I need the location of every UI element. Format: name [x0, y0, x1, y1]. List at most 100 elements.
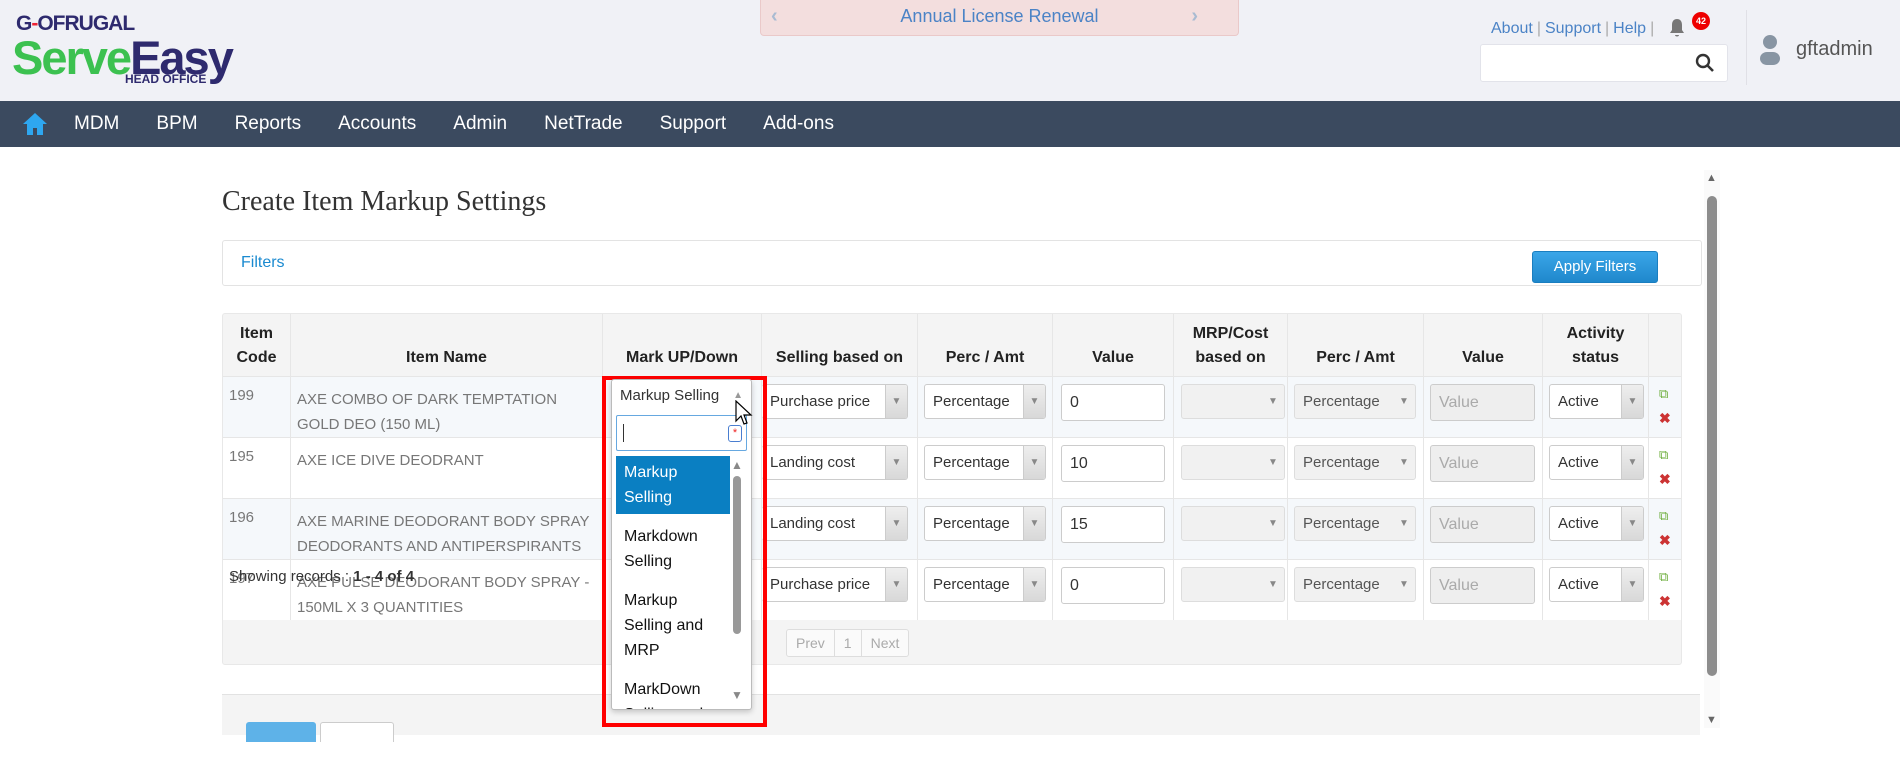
perc-amt-2-select[interactable]: Percentage ▼ — [1294, 567, 1416, 602]
banner-text[interactable]: Annual License Renewal — [900, 6, 1098, 26]
apply-filters-button[interactable]: Apply Filters — [1532, 251, 1658, 283]
search-icon[interactable] — [1695, 53, 1715, 73]
home-icon[interactable] — [22, 111, 48, 137]
caret-down-icon: ▼ — [1399, 396, 1409, 407]
th-activity-status: Activity status — [1543, 314, 1649, 376]
chevron-left-icon[interactable]: ‹ — [771, 0, 778, 32]
cancel-button[interactable] — [320, 722, 394, 742]
nav-mdm[interactable]: MDM — [74, 113, 119, 135]
markup-dropdown[interactable]: Markup Selling ▲ * Markup Selling Markdow… — [611, 379, 752, 710]
markup-table: Item Code Item Name Mark UP/Down Selling ba… — [222, 313, 1682, 665]
filters-panel: Filters Apply Filters — [222, 240, 1702, 286]
save-button[interactable] — [246, 722, 316, 742]
value-input[interactable]: 15 — [1061, 506, 1165, 543]
perc-amt-select[interactable]: Percentage ▼ — [924, 506, 1046, 541]
support-link[interactable]: Support — [1545, 20, 1601, 37]
perc-amt-2-select[interactable]: Percentage ▼ — [1294, 506, 1416, 541]
chevron-right-icon[interactable]: › — [1191, 0, 1198, 32]
table-row: 195 AXE ICE DIVE DEODRANT Landing cost ▼ … — [223, 437, 1681, 498]
dropdown-scrollbar[interactable]: ▲ ▼ — [730, 456, 744, 706]
nav-accounts[interactable]: Accounts — [338, 113, 416, 135]
value-2-input[interactable]: Value — [1430, 567, 1535, 604]
dropdown-option[interactable]: MarkDown Selling and — [616, 673, 730, 709]
nav-nettrade[interactable]: NetTrade — [544, 113, 623, 135]
copy-icon[interactable]: ⧉ — [1659, 569, 1668, 585]
dropdown-option[interactable]: Markup Selling — [616, 456, 730, 514]
user-icon[interactable] — [1758, 34, 1782, 66]
search-input[interactable] — [1480, 44, 1728, 82]
copy-icon[interactable]: ⧉ — [1659, 508, 1668, 524]
prev-button[interactable]: Prev — [787, 630, 835, 656]
selling-based-select[interactable]: Landing cost ▼ — [762, 506, 908, 541]
license-banner[interactable]: ‹ Annual License Renewal › — [760, 0, 1239, 36]
scroll-down-icon[interactable]: ▼ — [731, 688, 743, 702]
brand-sub: HEAD OFFICE — [125, 72, 207, 86]
perc-amt-select[interactable]: Percentage ▼ — [924, 567, 1046, 602]
mrp-cost-select[interactable]: ▼ — [1181, 384, 1285, 419]
perc-amt-select[interactable]: Percentage ▼ — [924, 445, 1046, 480]
delete-icon[interactable]: ✖ — [1659, 410, 1671, 427]
activity-status-select[interactable]: Active ▼ — [1549, 567, 1644, 602]
next-button[interactable]: Next — [862, 630, 909, 656]
value-2-input[interactable]: Value — [1430, 445, 1535, 482]
perc-amt-2-select[interactable]: Percentage ▼ — [1294, 445, 1416, 480]
about-link[interactable]: About — [1491, 20, 1533, 37]
caret-down-icon: ▼ — [885, 446, 907, 479]
nav-addons[interactable]: Add-ons — [763, 113, 834, 135]
th-perc-amt-2: Perc / Amt — [1288, 314, 1424, 376]
form-footer — [222, 694, 1700, 742]
item-code: 195 — [223, 438, 291, 498]
selling-based-select[interactable]: Purchase price ▼ — [762, 567, 908, 602]
caret-down-icon: ▼ — [1399, 518, 1409, 529]
caret-down-icon: ▼ — [1268, 396, 1278, 407]
nav-support[interactable]: Support — [660, 113, 727, 135]
dropdown-scroll-thumb[interactable] — [733, 476, 741, 634]
records-summary: Showing records : 1 - 4 of 4 — [229, 568, 415, 585]
value-input[interactable]: 0 — [1061, 567, 1165, 604]
page-1-button[interactable]: 1 — [835, 630, 862, 656]
activity-status-select[interactable]: Active ▼ — [1549, 384, 1644, 419]
delete-icon[interactable]: ✖ — [1659, 471, 1671, 488]
filters-toggle[interactable]: Filters — [241, 254, 285, 272]
extension-icon: * — [728, 425, 742, 442]
nav-reports[interactable]: Reports — [235, 113, 302, 135]
page-scrollbar[interactable]: ▲ ▼ — [1704, 170, 1720, 728]
scroll-up-icon[interactable]: ▲ — [1706, 172, 1717, 184]
nav-admin[interactable]: Admin — [453, 113, 507, 135]
caret-down-icon: ▼ — [885, 385, 907, 418]
mouse-pointer-icon — [735, 400, 753, 425]
selling-based-select[interactable]: Landing cost ▼ — [762, 445, 908, 480]
selling-based-select[interactable]: Purchase price ▼ — [762, 384, 908, 419]
nav-bpm[interactable]: BPM — [156, 113, 197, 135]
value-2-input[interactable]: Value — [1430, 384, 1535, 421]
dropdown-selected[interactable]: Markup Selling ▲ — [612, 380, 751, 412]
value-2-input[interactable]: Value — [1430, 506, 1535, 543]
scroll-up-icon[interactable]: ▲ — [731, 458, 743, 472]
dropdown-option[interactable]: Markup Selling and MRP — [616, 584, 730, 667]
caret-down-icon: ▼ — [1268, 579, 1278, 590]
help-link[interactable]: Help — [1613, 20, 1646, 37]
activity-status-select[interactable]: Active ▼ — [1549, 445, 1644, 480]
delete-icon[interactable]: ✖ — [1659, 532, 1671, 549]
mrp-cost-select[interactable]: ▼ — [1181, 567, 1285, 602]
mrp-cost-select[interactable]: ▼ — [1181, 506, 1285, 541]
perc-amt-2-select[interactable]: Percentage ▼ — [1294, 384, 1416, 419]
value-input[interactable]: 10 — [1061, 445, 1165, 482]
delete-icon[interactable]: ✖ — [1659, 593, 1671, 610]
dropdown-search-input[interactable]: * — [616, 415, 747, 451]
item-code: 199 — [223, 377, 291, 437]
copy-icon[interactable]: ⧉ — [1659, 447, 1668, 463]
copy-icon[interactable]: ⧉ — [1659, 386, 1668, 402]
username[interactable]: gftadmin — [1796, 38, 1873, 61]
table-row: 197 AXE PULSE DEODORANT BODY SPRAY - 150… — [223, 559, 1681, 620]
mrp-cost-select[interactable]: ▼ — [1181, 445, 1285, 480]
dropdown-option[interactable]: Markdown Selling — [616, 520, 730, 578]
value-input[interactable]: 0 — [1061, 384, 1165, 421]
notification-badge[interactable]: 42 — [1692, 12, 1710, 30]
perc-amt-select[interactable]: Percentage ▼ — [924, 384, 1046, 419]
scrollbar-thumb[interactable] — [1707, 196, 1717, 676]
bell-icon[interactable] — [1668, 18, 1686, 38]
caret-down-icon: ▼ — [1621, 385, 1643, 418]
activity-status-select[interactable]: Active ▼ — [1549, 506, 1644, 541]
scroll-down-icon[interactable]: ▼ — [1706, 714, 1717, 726]
